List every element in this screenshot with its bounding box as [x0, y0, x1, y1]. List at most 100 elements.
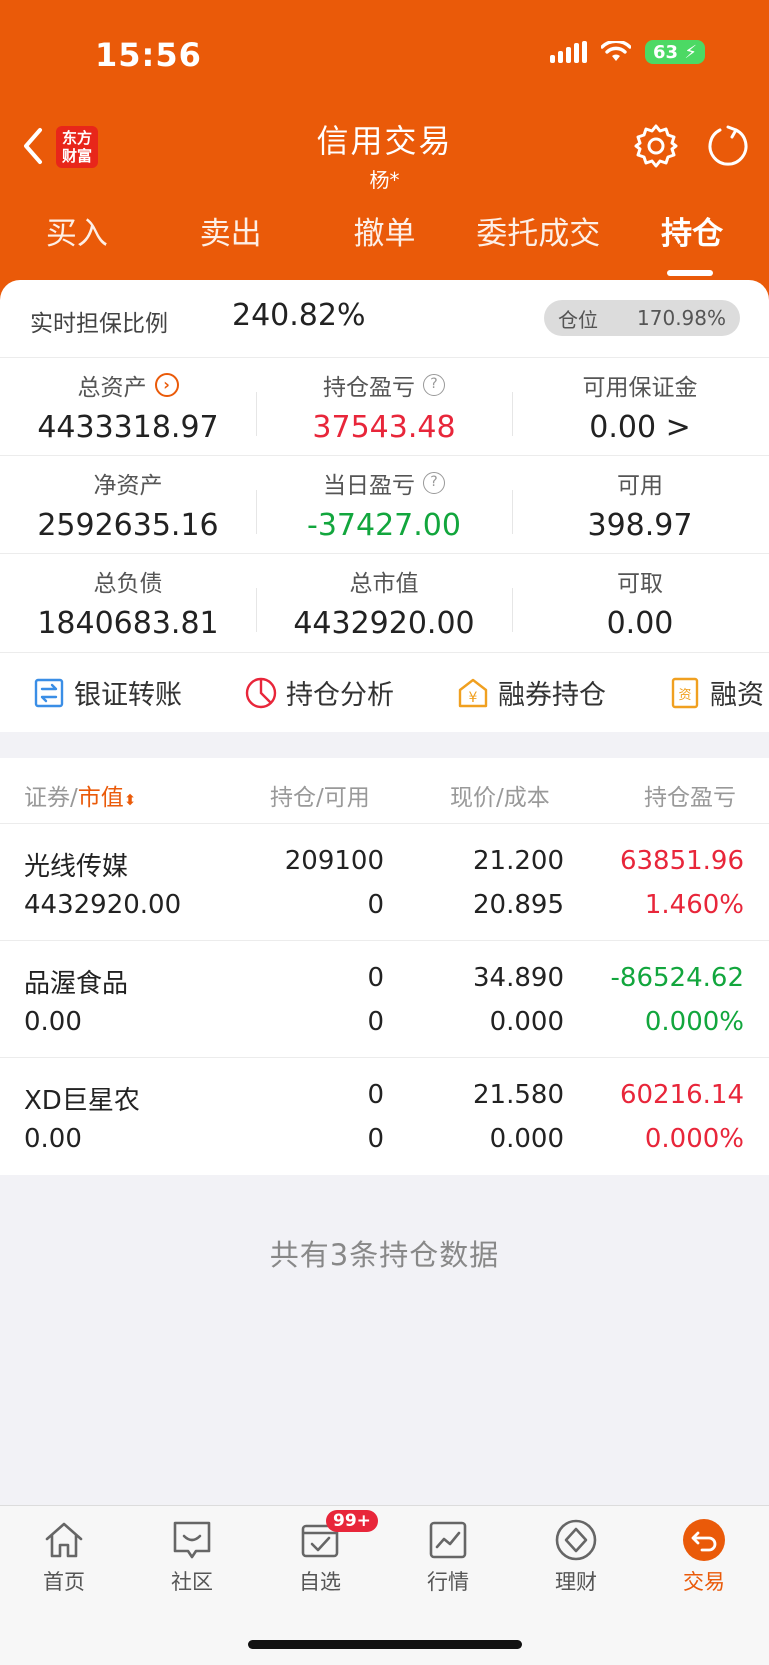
nav-trade[interactable]: 交易	[640, 1506, 768, 1665]
nav-label: 行情	[427, 1570, 469, 1594]
stats-row-3: 总负债 1840683.81 总市值 4432920.00 可取 0.00	[0, 554, 769, 652]
shortcut-label: 银证转账	[74, 680, 182, 711]
shortcut-label: 融资	[710, 680, 764, 711]
nav-home[interactable]: 首页	[0, 1506, 128, 1665]
tab-buy[interactable]: 买入	[0, 208, 154, 278]
margin-ratio-value: 240.82%	[232, 298, 366, 333]
position-value: 170.98%	[637, 306, 726, 330]
nav-community[interactable]: 社区	[128, 1506, 256, 1665]
holding-row[interactable]: 光线传媒 4432920.00 209100 0 21.200 20.895 6…	[0, 824, 769, 941]
signal-icon	[550, 41, 588, 63]
stat-value: 2592635.16	[37, 508, 219, 543]
holding-cost: 20.895	[473, 890, 564, 920]
stat-label: 持仓盈亏	[323, 375, 415, 401]
pie-chart-icon	[245, 677, 277, 708]
stat-label: 可用	[617, 473, 663, 499]
home-indicator	[248, 1640, 522, 1649]
transfer-icon	[34, 678, 64, 707]
shortcut-financing[interactable]: 资 融资	[668, 673, 764, 712]
position-label: 仓位	[558, 307, 598, 332]
holdings-table: 证券/市值⬍ 持仓/可用 现价/成本 持仓盈亏 光线传媒 4432920.00 …	[0, 758, 769, 1175]
nav-label: 理财	[555, 1570, 597, 1594]
stat-value: 398.97	[587, 508, 693, 543]
svg-text:资: 资	[678, 688, 691, 703]
stat-available-margin[interactable]: 可用保证金 0.00 >	[512, 358, 768, 455]
stat-label: 总负债	[93, 571, 163, 597]
nav-label: 社区	[171, 1570, 213, 1594]
shortcut-position-analysis[interactable]: 持仓分析	[244, 673, 394, 712]
stat-label: 净资产	[93, 473, 163, 499]
diamond-icon	[555, 1519, 597, 1561]
position-pill: 仓位 170.98%	[544, 300, 740, 336]
holding-row[interactable]: XD巨星农 0.00 0 0 21.580 0.000 60216.14 0.0…	[0, 1058, 769, 1175]
stat-value: 1840683.81	[37, 606, 219, 641]
tab-positions[interactable]: 持仓	[615, 208, 769, 278]
tab-orders[interactable]: 委托成交	[461, 208, 615, 278]
holding-row[interactable]: 品渥食品 0.00 0 0 34.890 0.000 -86524.62 0.0…	[0, 941, 769, 1058]
margin-ratio-row: 实时担保比例 240.82% 仓位 170.98%	[0, 280, 769, 358]
holding-market-value: 0.00	[24, 1124, 82, 1154]
refresh-icon[interactable]	[706, 124, 750, 168]
holding-market-value: 0.00	[24, 1007, 82, 1037]
stat-label: 总市值	[349, 571, 419, 597]
chat-icon	[173, 1521, 211, 1559]
holding-position: 209100	[284, 846, 384, 876]
holding-price: 34.890	[473, 963, 564, 993]
trade-tabs: 买入 卖出 撤单 委托成交 持仓	[0, 208, 769, 278]
stat-total-assets[interactable]: 总资产 › 4433318.97	[0, 358, 256, 455]
home-icon	[45, 1522, 83, 1558]
header-price: 现价/成本	[450, 785, 550, 811]
chart-icon	[429, 1521, 467, 1559]
stat-label: 可用保证金	[582, 375, 698, 401]
holdings-header: 证券/市值⬍ 持仓/可用 现价/成本 持仓盈亏	[0, 758, 769, 824]
chevron-right-icon[interactable]: ›	[154, 373, 179, 397]
margin-ratio-label: 实时担保比例	[30, 311, 168, 337]
header-position: 持仓/可用	[270, 785, 370, 811]
stat-value: 0.00	[606, 606, 674, 641]
stats-row-2: 净资产 2592635.16 当日盈亏? -37427.00 可用 398.97	[0, 456, 769, 554]
holding-available: 0	[367, 1007, 384, 1037]
notification-badge: 99+	[326, 1510, 378, 1532]
stat-label: 总资产	[77, 375, 147, 401]
holding-market-value: 4432920.00	[24, 890, 182, 920]
holdings-count-note: 共有3条持仓数据	[269, 1238, 500, 1272]
holding-pnl: 60216.14	[619, 1080, 744, 1110]
battery-level: 63	[653, 41, 679, 63]
shortcut-label: 融券持仓	[498, 680, 606, 711]
holding-cost: 0.000	[489, 1124, 564, 1154]
stat-net-assets: 净资产 2592635.16	[0, 456, 256, 553]
stat-total-liabilities: 总负债 1840683.81	[0, 554, 256, 652]
shortcut-bar: 银证转账 持仓分析 ¥ 融券持仓 资 融资	[0, 652, 769, 732]
sort-market-value[interactable]: 证券/市值⬍	[24, 778, 136, 812]
gear-icon[interactable]	[632, 122, 680, 170]
stat-value: 0.00 >	[589, 410, 691, 445]
holding-pnl: -86524.62	[610, 963, 744, 993]
summary-card: 实时担保比例 240.82% 仓位 170.98% 总资产 › 4433318.9…	[0, 280, 769, 732]
holding-position: 0	[367, 963, 384, 993]
help-icon[interactable]: ?	[423, 472, 445, 494]
holding-pnl-pct: 0.000%	[644, 1124, 744, 1154]
nav-wealth[interactable]: 理财	[512, 1506, 640, 1665]
document-icon: 资	[671, 677, 699, 708]
nav-label: 自选	[299, 1570, 341, 1594]
shortcut-bank-transfer[interactable]: 银证转账	[32, 673, 182, 712]
stats-row-1: 总资产 › 4433318.97 持仓盈亏? 37543.48 可用保证金 0.0…	[0, 358, 769, 456]
sort-icon: ⬍	[123, 791, 137, 809]
stat-value: -37427.00	[307, 508, 461, 543]
yen-house-icon: ¥	[458, 678, 488, 707]
help-icon[interactable]: ?	[423, 374, 445, 396]
wifi-icon	[601, 41, 632, 61]
shortcut-short-positions[interactable]: ¥ 融券持仓	[456, 673, 606, 712]
stat-value: 4432920.00	[293, 606, 475, 641]
status-icons: 63 ⚡	[550, 40, 705, 64]
header: 15:56 63 ⚡ 东方 财富 信用交易 杨* 买入 卖出 撤单 委托成交 持…	[0, 0, 769, 300]
shortcut-label: 持仓分析	[286, 680, 394, 711]
nav-label: 交易	[683, 1570, 725, 1594]
tab-cancel[interactable]: 撤单	[308, 208, 462, 278]
stat-label: 当日盈亏	[323, 473, 415, 499]
tab-sell[interactable]: 卖出	[154, 208, 308, 278]
stat-total-market-value: 总市值 4432920.00	[256, 554, 512, 652]
holding-cost: 0.000	[489, 1007, 564, 1037]
stat-value: 4433318.97	[37, 410, 219, 445]
status-time: 15:56	[95, 36, 202, 74]
